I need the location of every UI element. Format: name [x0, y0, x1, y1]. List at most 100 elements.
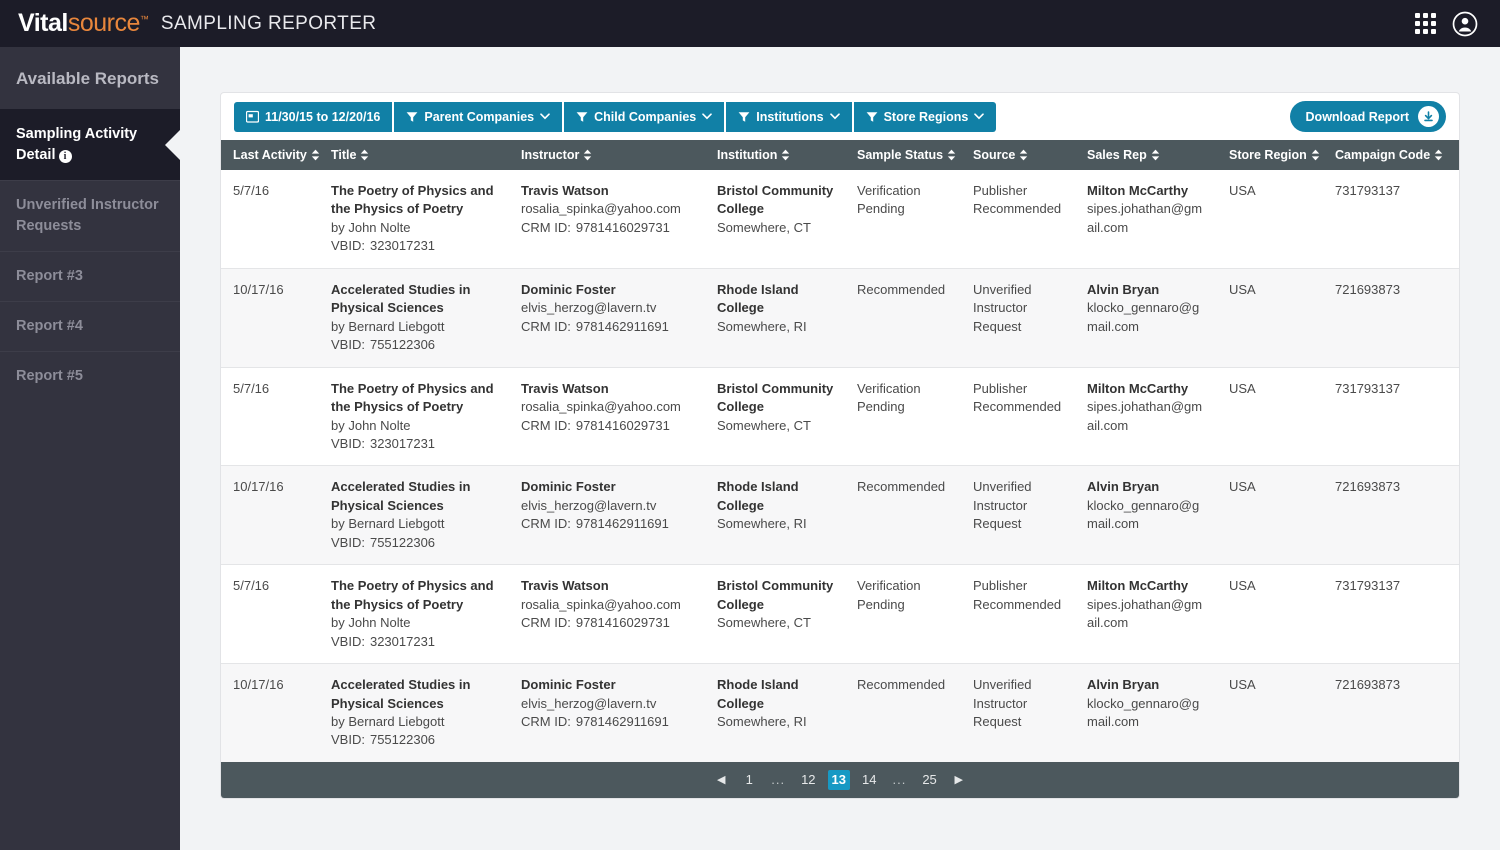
crm-id-value: 9781416029731 — [575, 219, 670, 235]
book-vbid: VBID: 323017231 — [331, 633, 499, 651]
store-region-value: USA — [1229, 677, 1256, 693]
cell-instructor: Dominic Foster elvis_herzog@lavern.tv CRM … — [509, 465, 705, 566]
chevron-down-icon — [702, 113, 713, 120]
date-range-filter-button[interactable]: 11/30/15 to 12/20/16 — [234, 101, 395, 132]
pagination-page-13[interactable]: 13 — [827, 769, 850, 790]
grid-apps-icon[interactable] — [1415, 13, 1436, 34]
column-header-inner: Campaign Code — [1335, 148, 1443, 162]
user-account-icon[interactable] — [1452, 11, 1478, 37]
cell-institution: Rhode Island College Somewhere, RI — [705, 465, 845, 566]
main-content: 11/30/15 to 12/20/16 Parent Companies Ch… — [180, 47, 1500, 850]
instructor-email: elvis_herzog@lavern.tv — [521, 497, 657, 513]
column-header-label: Sample Status — [857, 148, 944, 162]
crm-id-value: 9781462911691 — [575, 713, 669, 729]
column-header-label: Instructor — [521, 148, 580, 162]
sort-toggle-icon — [584, 149, 592, 161]
vbid-value: 323017231 — [369, 633, 436, 649]
cell-sample-status: Verification Pending — [845, 170, 961, 269]
pagination-next-button[interactable]: ▶ — [949, 770, 969, 790]
sidebar-item-report-4[interactable]: Report #4 — [0, 301, 180, 351]
sidebar-item-unverified-instructor-requests[interactable]: Unverified Instructor Requests — [0, 180, 180, 251]
instructor-crm-id: CRM ID: 9781462911691 — [521, 713, 695, 731]
institution-location: Somewhere, CT — [717, 417, 811, 433]
pagination-prev-button[interactable]: ◀ — [711, 770, 731, 790]
column-header-last-activity[interactable]: Last Activity — [221, 140, 320, 170]
cell-sales-rep: Milton McCarthy sipes.johathan@gmail.com — [1075, 564, 1217, 665]
store-region-value: USA — [1229, 183, 1256, 198]
instructor-email: rosalia_spinka@yahoo.com — [521, 201, 681, 217]
cell-source: Publisher Recommended — [961, 564, 1075, 665]
table-row[interactable]: 10/17/16 Accelerated Studies in Physical … — [221, 268, 1459, 368]
table-row[interactable]: 5/7/16 The Poetry of Physics and the Phys… — [221, 367, 1459, 467]
sidebar-item-label: Sampling Activity Detail — [16, 126, 138, 164]
logo-text-primary: Vital — [18, 9, 68, 37]
cell-source: Unverified Instructor Request — [961, 268, 1075, 368]
cell-instructor: Dominic Foster elvis_herzog@lavern.tv CRM … — [509, 663, 705, 762]
column-header-label: Title — [331, 148, 357, 162]
pagination-page-12[interactable]: 12 — [797, 770, 819, 790]
pagination-page-1[interactable]: 1 — [739, 770, 759, 790]
vbid-label: VBID: — [331, 435, 365, 451]
cell-last-activity: 5/7/16 — [221, 170, 319, 269]
column-header-instructor[interactable]: Instructor — [509, 140, 705, 170]
cell-title: Accelerated Studies in Physical Sciences… — [319, 465, 509, 566]
download-report-label: Download Report — [1305, 109, 1409, 124]
filter-store-regions-button[interactable]: Store Regions — [853, 101, 997, 132]
sidebar-item-report-3[interactable]: Report #3 — [0, 251, 180, 301]
filter-child-companies-button[interactable]: Child Companies — [564, 101, 727, 132]
sidebar-item-report-5[interactable]: Report #5 — [0, 351, 180, 401]
column-header-institution[interactable]: Institution — [705, 140, 845, 170]
source-value: Publisher Recommended — [973, 183, 1062, 217]
pagination-page-25[interactable]: 25 — [918, 770, 940, 790]
filter-institutions-button[interactable]: Institutions — [726, 101, 854, 132]
vbid-value: 755122306 — [369, 732, 436, 748]
cell-instructor: Travis Watson rosalia_spinka@yahoo.com CRM… — [509, 170, 705, 269]
pagination-ellipsis: ... — [771, 771, 786, 787]
column-header-sample-status[interactable]: Sample Status — [845, 140, 961, 170]
table-row[interactable]: 10/17/16 Accelerated Studies in Physical … — [221, 663, 1459, 762]
sort-toggle-icon — [361, 149, 369, 161]
download-report-button[interactable]: Download Report — [1289, 101, 1446, 132]
cell-title: Accelerated Studies in Physical Sciences… — [319, 663, 509, 762]
vbid-value: 323017231 — [369, 435, 436, 451]
column-header-source[interactable]: Source — [961, 140, 1075, 170]
sales-rep-email: klocko_gennaro@gmail.com — [1087, 497, 1200, 532]
cell-institution: Rhode Island College Somewhere, RI — [705, 268, 845, 368]
cell-store-region: USA — [1217, 663, 1323, 762]
table-row[interactable]: 10/17/16 Accelerated Studies in Physical … — [221, 465, 1459, 566]
sidebar: Available Reports Sampling Activity Deta… — [0, 47, 180, 850]
cell-institution: Bristol Community College Somewhere, CT — [705, 170, 845, 269]
cell-store-region: USA — [1217, 367, 1323, 467]
column-header-sales-rep[interactable]: Sales Rep — [1075, 140, 1217, 170]
book-vbid: VBID: 323017231 — [331, 237, 499, 255]
crm-id-label: CRM ID: — [521, 516, 571, 532]
pagination-page-14[interactable]: 14 — [858, 770, 880, 790]
pagination-bar: ◀ 1... 12 13 14... 25 ▶ — [221, 761, 1459, 798]
column-header-store-region[interactable]: Store Region — [1217, 140, 1323, 170]
instructor-name: Dominic Foster — [521, 281, 616, 297]
cell-sales-rep: Alvin Bryan klocko_gennaro@gmail.com — [1075, 268, 1217, 368]
cell-store-region: USA — [1217, 170, 1323, 269]
filter-label: Parent Companies — [424, 109, 535, 124]
filter-parent-companies-button[interactable]: Parent Companies — [394, 101, 565, 132]
vbid-value: 323017231 — [369, 238, 436, 254]
column-header-campaign-code[interactable]: Campaign Code — [1323, 140, 1459, 170]
cell-sample-status: Recommended — [845, 663, 961, 762]
instructor-email: elvis_herzog@lavern.tv — [521, 300, 657, 316]
institution-name: Bristol Community College — [717, 380, 834, 415]
table-row[interactable]: 5/7/16 The Poetry of Physics and the Phys… — [221, 170, 1459, 269]
sidebar-item-label: Report #5 — [16, 368, 83, 385]
vitalsource-logo[interactable]: Vital source ™ — [18, 9, 149, 38]
book-title: The Poetry of Physics and the Physics of… — [331, 183, 494, 217]
filter-button-group: 11/30/15 to 12/20/16 Parent Companies Ch… — [234, 101, 997, 132]
cell-last-activity: 5/7/16 — [221, 564, 319, 665]
last-activity-value: 5/7/16 — [233, 380, 270, 396]
cell-title: The Poetry of Physics and the Physics of… — [319, 170, 509, 269]
cell-source: Publisher Recommended — [961, 170, 1075, 269]
info-icon[interactable]: i — [58, 150, 72, 164]
sidebar-item-sampling-activity-detail[interactable]: Sampling Activity Detail i — [0, 109, 180, 181]
table-row[interactable]: 5/7/16 The Poetry of Physics and the Phys… — [221, 564, 1459, 665]
cell-instructor: Travis Watson rosalia_spinka@yahoo.com CRM… — [509, 564, 705, 665]
column-header-title[interactable]: Title — [319, 140, 509, 170]
campaign-code-value: 731793137 — [1335, 578, 1401, 594]
